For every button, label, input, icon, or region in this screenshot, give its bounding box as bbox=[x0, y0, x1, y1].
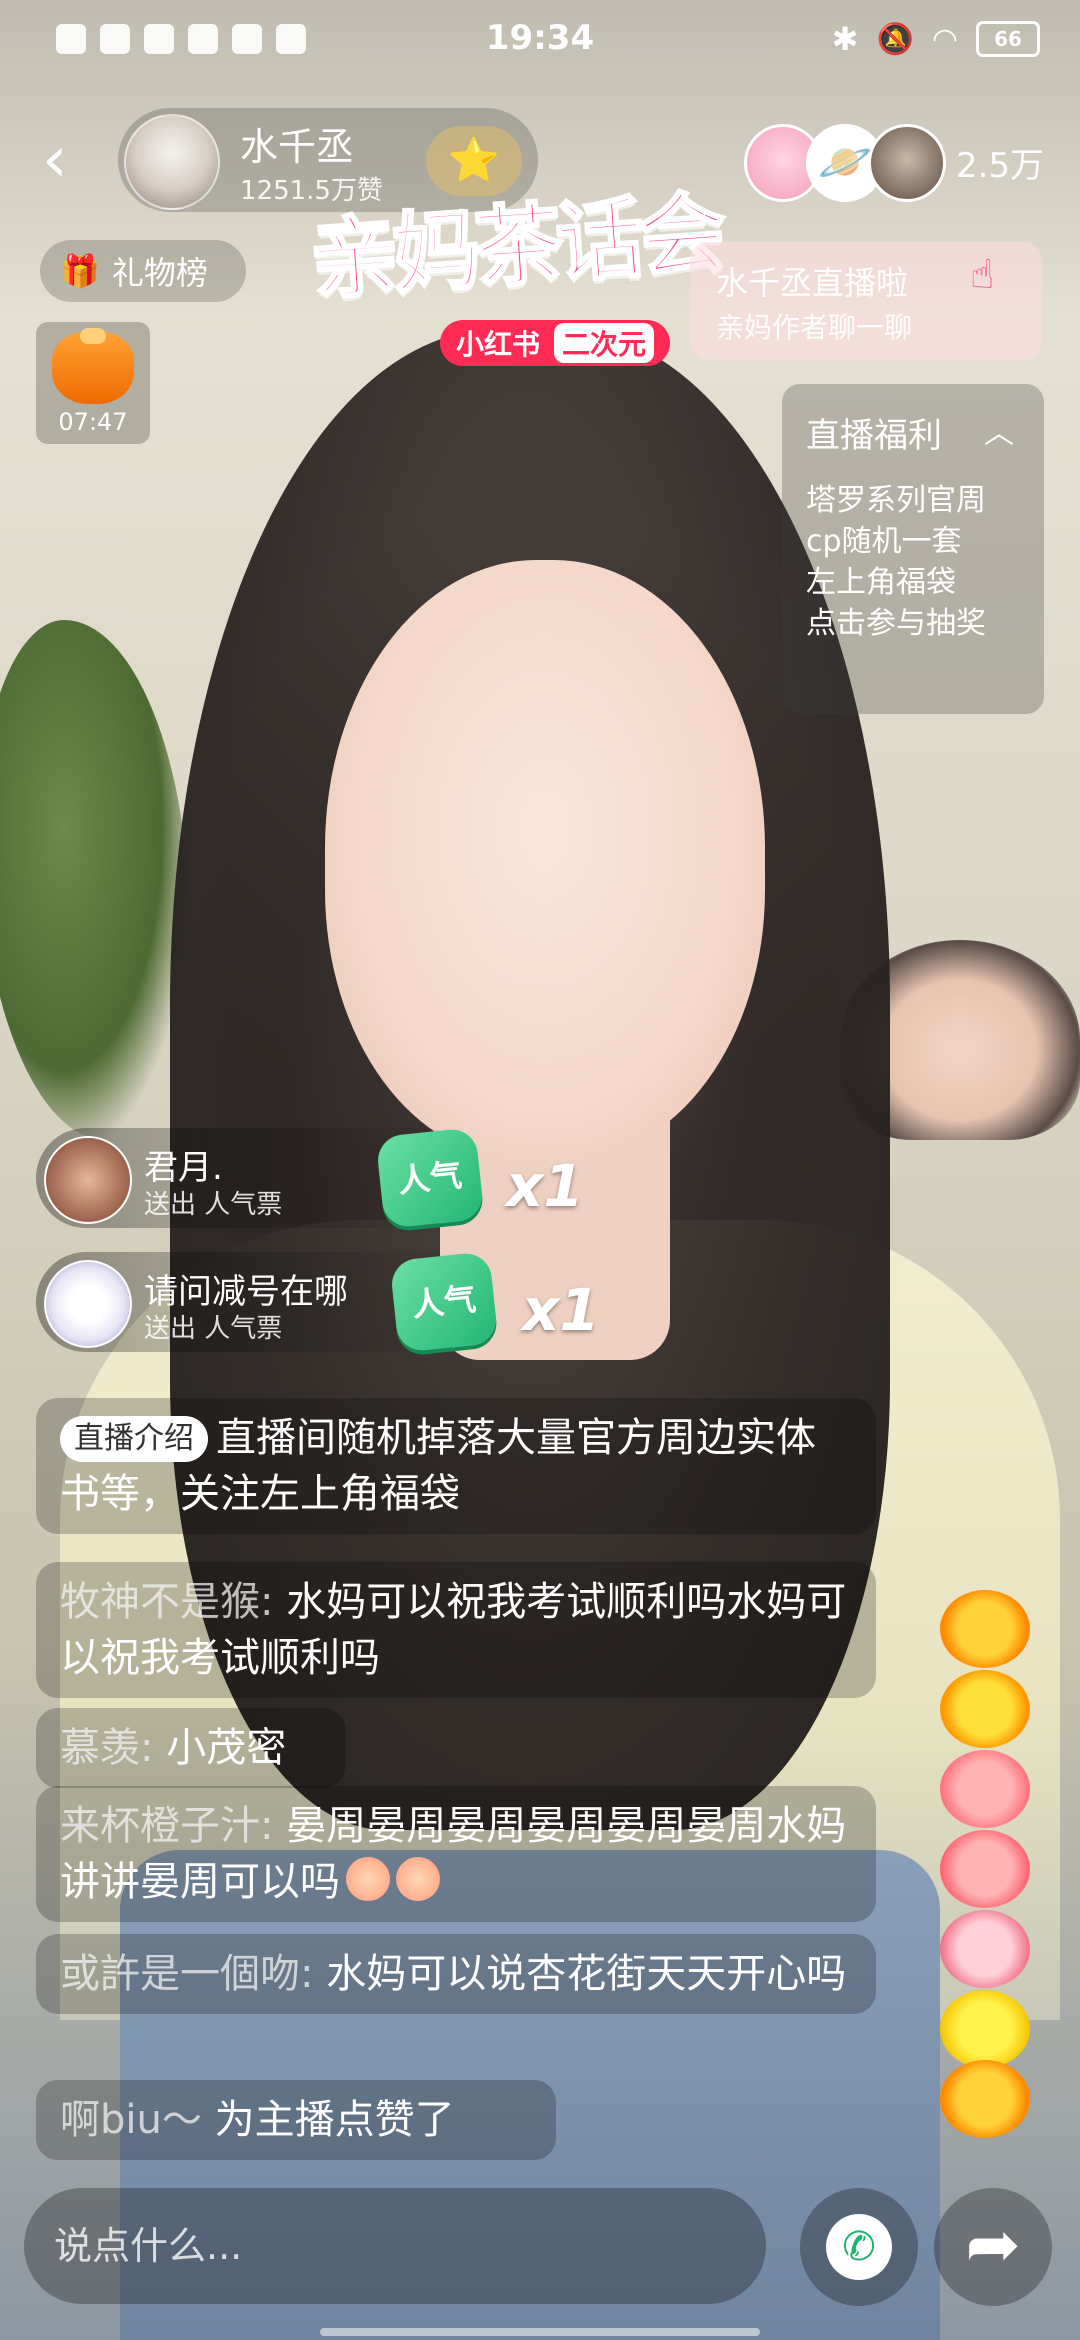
sender-avatar[interactable] bbox=[44, 1136, 132, 1224]
like-notification: 啊biu～ 为主播点赞了 bbox=[36, 2080, 556, 2160]
battery-icon: 66 bbox=[976, 21, 1040, 57]
sender-name: 君月. bbox=[144, 1148, 223, 1188]
crying-emoji-icon bbox=[346, 1857, 390, 1901]
welfare-details: 塔罗系列官周 cp随机一套 左上角福袋 点击参与抽奖 bbox=[806, 483, 986, 641]
like-username: 啊biu～ bbox=[60, 2097, 202, 2143]
pink-face-sticker-icon bbox=[940, 1750, 1030, 1828]
gift-action: 送出 人气票 bbox=[144, 1190, 283, 1220]
chat-username[interactable]: 来杯橙子汁: bbox=[60, 1803, 273, 1849]
gift-action: 送出 人气票 bbox=[144, 1314, 283, 1344]
streamer-face bbox=[325, 560, 765, 1160]
chat-text: 水妈可以说杏花街天天开心吗 bbox=[313, 1951, 847, 1997]
host-avatar[interactable] bbox=[124, 114, 220, 210]
comment-input[interactable]: 说点什么... bbox=[24, 2188, 766, 2304]
voice-call-button[interactable]: ✆ bbox=[800, 2188, 918, 2306]
chat-text: 小茂密 bbox=[153, 1725, 287, 1771]
share-button[interactable]: ➦ bbox=[934, 2188, 1052, 2306]
battery-level: 66 bbox=[994, 27, 1022, 51]
like-animation-stack bbox=[930, 1590, 1040, 2138]
lucky-bag-button[interactable]: 07:47 bbox=[36, 322, 150, 444]
chat-message[interactable]: 来杯橙子汁: 晏周晏周晏周晏周晏周晏周水妈讲讲晏周可以吗 bbox=[36, 1786, 876, 1922]
pink-bunny-sticker-icon bbox=[940, 1910, 1030, 1988]
mute-icon: 🔕 bbox=[876, 21, 914, 57]
notice-line-2: 亲妈作者聊一聊 bbox=[716, 311, 913, 344]
viewer-avatar[interactable] bbox=[868, 124, 946, 202]
gift-count: x1 bbox=[506, 1152, 584, 1220]
chat-intro-message: 直播介绍 直播间随机掉落大量官方周边实体书等，关注左上角福袋 bbox=[36, 1398, 876, 1534]
welfare-title: 直播福利 bbox=[806, 416, 942, 456]
gift-count: x1 bbox=[522, 1276, 600, 1344]
sunflower-sticker-icon bbox=[940, 1670, 1030, 1748]
hand-point-icon: ☝ bbox=[970, 252, 995, 298]
chat-message[interactable]: 牧神不是猴: 水妈可以祝我考试顺利吗水妈可以祝我考试顺利吗 bbox=[36, 1562, 876, 1698]
chat-username[interactable]: 牧神不是猴: bbox=[60, 1579, 273, 1625]
intro-tag: 直播介绍 bbox=[60, 1416, 208, 1462]
sunflower-sticker-icon bbox=[940, 2060, 1030, 2138]
popularity-ticket-icon: 人气 bbox=[375, 1127, 485, 1229]
event-brand: 小红书 bbox=[456, 328, 541, 361]
sender-avatar[interactable] bbox=[44, 1260, 132, 1348]
pink-face-sticker-icon bbox=[940, 1830, 1030, 1908]
home-indicator[interactable] bbox=[320, 2328, 760, 2336]
popularity-ticket-icon: 人气 bbox=[389, 1251, 499, 1353]
status-bar: 19:34 ✱ 🔕 ◠ 66 bbox=[0, 0, 1080, 80]
sender-name: 请问减号在哪 bbox=[144, 1272, 348, 1312]
gift-rank-label: 礼物榜 bbox=[111, 254, 208, 292]
chat-message[interactable]: 慕羡: 小茂密 bbox=[36, 1708, 346, 1788]
phone-icon: ✆ bbox=[826, 2214, 892, 2280]
event-tag: 二次元 bbox=[554, 323, 655, 363]
viewer-count[interactable]: 2.5万 bbox=[956, 138, 1044, 187]
lucky-bag-timer: 07:47 bbox=[58, 408, 128, 436]
notice-line-1: 水千丞直播啦 bbox=[716, 264, 909, 302]
like-text: 为主播点赞了 bbox=[201, 2097, 455, 2143]
gift-icon: 🎁 bbox=[60, 252, 100, 290]
yellow-star-sticker-icon bbox=[940, 1990, 1030, 2068]
sunflower-sticker-icon bbox=[940, 1590, 1030, 1668]
chat-message[interactable]: 或許是一個吻: 水妈可以说杏花街天天开心吗 bbox=[36, 1934, 876, 2014]
chat-username[interactable]: 或許是一個吻: bbox=[60, 1951, 313, 1997]
event-subtitle: 小红书 二次元 bbox=[440, 320, 671, 366]
gift-rank-button[interactable]: 🎁 礼物榜 bbox=[40, 240, 246, 302]
plant bbox=[0, 620, 190, 1140]
back-button[interactable]: ‹ bbox=[42, 128, 82, 192]
wifi-icon: ◠ bbox=[931, 21, 958, 57]
share-arrow-icon: ➦ bbox=[965, 2206, 1021, 2283]
bluetooth-icon: ✱ bbox=[831, 20, 859, 58]
host-name: 水千丞 bbox=[240, 125, 355, 169]
crying-emoji-icon bbox=[396, 1857, 440, 1901]
chat-username[interactable]: 慕羡: bbox=[60, 1725, 153, 1771]
chevron-up-icon[interactable]: ︿ bbox=[984, 408, 1014, 452]
